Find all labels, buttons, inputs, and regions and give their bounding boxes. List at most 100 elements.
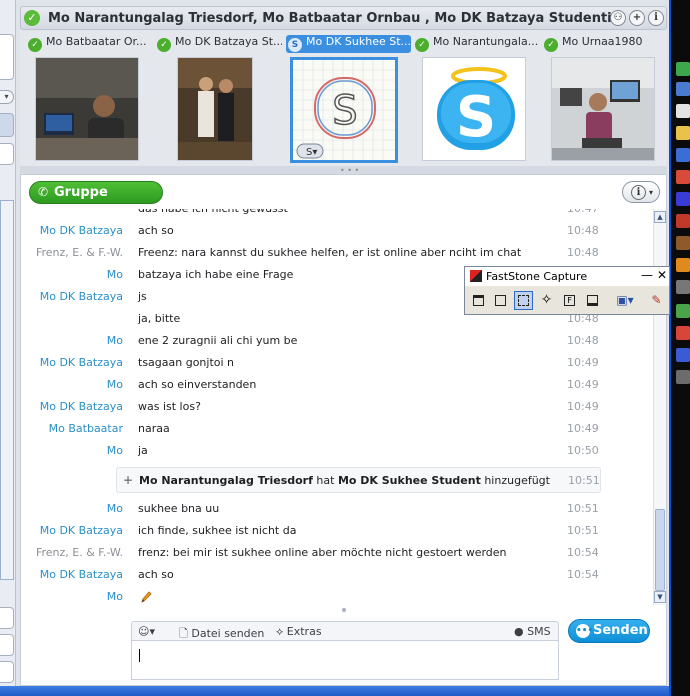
app-icon[interactable] [676, 258, 690, 272]
chat-bubble-icon: ••• [576, 624, 594, 638]
app-icon[interactable] [676, 126, 690, 140]
participant-card[interactable]: ✓ Mo Narantungala... S [415, 33, 545, 163]
chat-message-row: Frenz, E. & F.-W. frenz: bei mir ist sukh… [21, 542, 653, 564]
message-sender[interactable]: Mo [107, 502, 123, 515]
participant-avatar [177, 57, 253, 161]
call-group-button[interactable]: ✆ Gruppe anrufen [29, 181, 163, 221]
message-sender[interactable]: Mo Batbaatar [49, 422, 123, 435]
capture-scrolling-icon[interactable] [583, 291, 602, 310]
left-panel-button[interactable] [0, 634, 14, 656]
message-text: sukhee bna uu [138, 502, 220, 515]
chat-message-row: Mo [21, 586, 653, 605]
message-sender[interactable]: Mo [107, 444, 123, 457]
message-time: 10:49 [567, 356, 599, 369]
notification-actor[interactable]: Mo Narantungalag Triesdorf [139, 474, 313, 487]
message-text: ene 2 zuragnii ali chi yum be [138, 334, 298, 347]
capture-window-icon[interactable] [469, 291, 488, 310]
message-sender[interactable]: Frenz, E. & F.-W. [36, 546, 123, 559]
participant-card[interactable]: ✓ Mo Batbaatar Or... [28, 33, 158, 163]
message-sender[interactable]: Mo DK Batzaya [40, 290, 123, 303]
message-sender[interactable]: Mo DK Batzaya [40, 568, 123, 581]
participant-card-selected[interactable]: S Mo DK Sukhee St... S S▾ [286, 33, 416, 163]
app-icon[interactable] [676, 62, 690, 76]
svg-text:S: S [456, 85, 496, 150]
participant-strip: ✓ Mo Batbaatar Or... ✓ Mo DK Batzaya St... [20, 30, 667, 166]
message-text: frenz: bei mir ist sukhee online aber mö… [138, 546, 507, 559]
capture-freehand-icon[interactable]: ✧ [537, 291, 556, 310]
left-panel-box [0, 34, 14, 80]
message-sender[interactable]: Mo DK Batzaya [40, 524, 123, 537]
splitter-dot[interactable] [342, 608, 346, 612]
app-icon[interactable] [676, 192, 690, 206]
scroll-thumb[interactable] [655, 509, 665, 591]
message-sender[interactable]: Mo [107, 334, 123, 347]
message-text: ach so [138, 568, 174, 581]
message-time: 10:49 [567, 400, 599, 413]
sms-button[interactable]: ● SMS [514, 625, 551, 638]
message-time: 10:50 [567, 444, 599, 457]
extras-button[interactable]: ⟡ Extras [276, 625, 322, 639]
left-scrollbar[interactable] [0, 200, 14, 580]
message-text: ach so [138, 224, 174, 237]
app-icon[interactable] [676, 326, 690, 340]
message-sender[interactable]: Mo DK Batzaya [40, 224, 123, 237]
message-sender[interactable]: Mo [107, 378, 123, 391]
chat-message-row: Mo DK Batzaya was ist los? 10:49 [21, 396, 653, 418]
app-icon[interactable] [676, 280, 690, 294]
left-panel-button[interactable] [0, 661, 14, 683]
app-icon[interactable] [676, 236, 690, 250]
participants-icon[interactable]: ⚇ [610, 10, 626, 26]
message-text: das habe ich nicht gewusst [138, 209, 288, 215]
emoticon-button[interactable]: ☺▾ [138, 625, 155, 638]
scroll-up-icon[interactable]: ▲ [654, 211, 666, 223]
message-sender[interactable]: Frenz, E. & F.-W. [36, 246, 123, 259]
skype-window: ▾ ✓ Mo Narantungalag Triesdorf, Mo Batba… [0, 0, 690, 696]
app-icon[interactable] [676, 348, 690, 362]
participant-card[interactable]: ✓ Mo DK Batzaya St... [157, 33, 287, 163]
text-caret [139, 649, 140, 662]
message-sender[interactable]: Mo [107, 268, 123, 281]
participant-card[interactable]: ✓ Mo Urnaa1980 [544, 33, 674, 163]
chevron-down-icon[interactable]: ▾ [0, 90, 14, 104]
app-icon[interactable] [676, 304, 690, 318]
capture-fullscreen-icon[interactable]: F [560, 291, 579, 310]
notification-target[interactable]: Mo DK Sukhee Student [338, 474, 481, 487]
message-time: 10:51 [567, 524, 599, 537]
left-panel-field[interactable] [0, 143, 14, 165]
message-sender[interactable]: Mo [107, 590, 123, 603]
add-participant-icon[interactable]: + [629, 10, 645, 26]
left-panel-button[interactable] [0, 607, 14, 629]
app-icon[interactable] [676, 214, 690, 228]
message-time: 10:48 [567, 334, 599, 347]
settings-icon[interactable]: ✎ [647, 291, 666, 310]
capture-rectangle-icon[interactable] [514, 291, 533, 310]
save-to-icon[interactable]: ▣▾ [611, 291, 639, 310]
svg-text:S▾: S▾ [306, 147, 317, 158]
participant-avatar-skype-angel: S [422, 57, 526, 161]
app-icon[interactable] [676, 82, 690, 96]
close-icon[interactable]: ✕ [657, 268, 667, 282]
scroll-down-icon[interactable]: ▼ [654, 591, 666, 603]
send-label: Senden [593, 623, 648, 638]
chat-message-row: Mo ja 10:50 [21, 440, 653, 462]
message-input[interactable] [131, 640, 559, 680]
chat-message-row: Mo DK Batzaya ach so 10:48 [21, 220, 653, 242]
sms-icon: ● [514, 625, 524, 638]
message-sender[interactable]: Mo DK Batzaya [40, 400, 123, 413]
app-icon[interactable] [676, 148, 690, 162]
app-icon[interactable] [676, 370, 690, 384]
chat-panel: ✆ Gruppe anrufen i▾ das habe ich nicht g… [20, 174, 667, 686]
chat-message-row: Mo ach so einverstanden 10:49 [21, 374, 653, 396]
send-button[interactable]: ••• Senden [568, 619, 650, 643]
faststone-titlebar[interactable]: FastStone Capture — ✕ [465, 267, 669, 286]
splitter[interactable]: • • • [20, 166, 667, 175]
left-panel-tab[interactable] [0, 113, 14, 137]
app-icon[interactable] [676, 170, 690, 184]
info-menu-button[interactable]: i ▾ [622, 181, 660, 203]
minimize-icon[interactable]: — [641, 268, 653, 282]
info-icon[interactable]: i [648, 10, 664, 26]
chat-message-row: Frenz, E. & F.-W. Freenz: nara kannst du … [21, 242, 653, 264]
app-icon[interactable] [676, 104, 690, 118]
capture-object-icon[interactable] [491, 291, 510, 310]
message-sender[interactable]: Mo DK Batzaya [40, 356, 123, 369]
